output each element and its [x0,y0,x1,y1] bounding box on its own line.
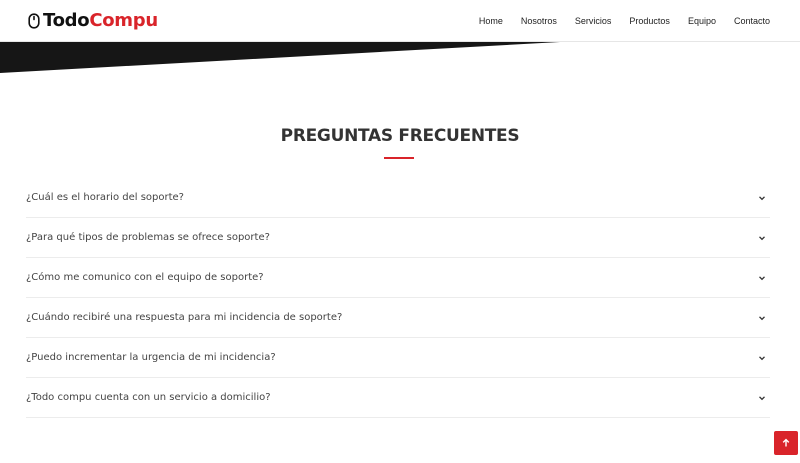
nav-item-contacto[interactable]: Contacto [716,16,770,26]
mouse-icon [28,12,40,29]
brand-logo[interactable]: TodoCompu [28,10,158,31]
faq-question: ¿Todo compu cuenta con un servicio a dom… [26,392,271,403]
chevron-down-icon [759,355,765,360]
nav-item-nosotros[interactable]: Nosotros [503,16,557,26]
faq-item[interactable]: ¿Cómo me comunico con el equipo de sopor… [26,258,770,298]
arrow-up-icon [782,438,790,447]
faq-item[interactable]: ¿Cuándo recibiré una respuesta para mi i… [26,298,770,338]
brand-name-part2: Compu [89,10,158,31]
chevron-down-icon [759,315,765,320]
faq-question: ¿Para qué tipos de problemas se ofrece s… [26,232,270,243]
chevron-down-icon [759,395,765,400]
faq-question: ¿Puedo incrementar la urgencia de mi inc… [26,352,276,363]
chevron-down-icon [759,235,765,240]
main-nav: Home Nosotros Servicios Productos Equipo… [479,16,770,26]
faq-title: PREGUNTAS FRECUENTES [280,126,520,146]
nav-item-equipo[interactable]: Equipo [670,16,716,26]
faq-question: ¿Cuándo recibiré una respuesta para mi i… [26,312,343,323]
title-underline [384,157,414,159]
faq-item[interactable]: ¿Puedo incrementar la urgencia de mi inc… [26,338,770,378]
nav-item-servicios[interactable]: Servicios [557,16,612,26]
nav-item-home[interactable]: Home [479,16,503,26]
nav-item-productos[interactable]: Productos [611,16,670,26]
faq-item[interactable]: ¿Cuál es el horario del soporte? [26,178,770,218]
faq-question: ¿Cuál es el horario del soporte? [26,192,184,203]
back-to-top-button[interactable] [774,431,798,455]
brand-name: TodoCompu [43,10,158,31]
chevron-down-icon [759,195,765,200]
faq-item[interactable]: ¿Todo compu cuenta con un servicio a dom… [26,378,770,418]
hero-bottom-band [0,42,560,73]
navbar: TodoCompu Home Nosotros Servicios Produc… [0,0,800,42]
faq-item[interactable]: ¿Para qué tipos de problemas se ofrece s… [26,218,770,258]
chevron-down-icon [759,275,765,280]
faq-list: ¿Cuál es el horario del soporte? ¿Para q… [26,178,770,418]
faq-question: ¿Cómo me comunico con el equipo de sopor… [26,272,264,283]
brand-name-part1: Todo [43,10,90,31]
